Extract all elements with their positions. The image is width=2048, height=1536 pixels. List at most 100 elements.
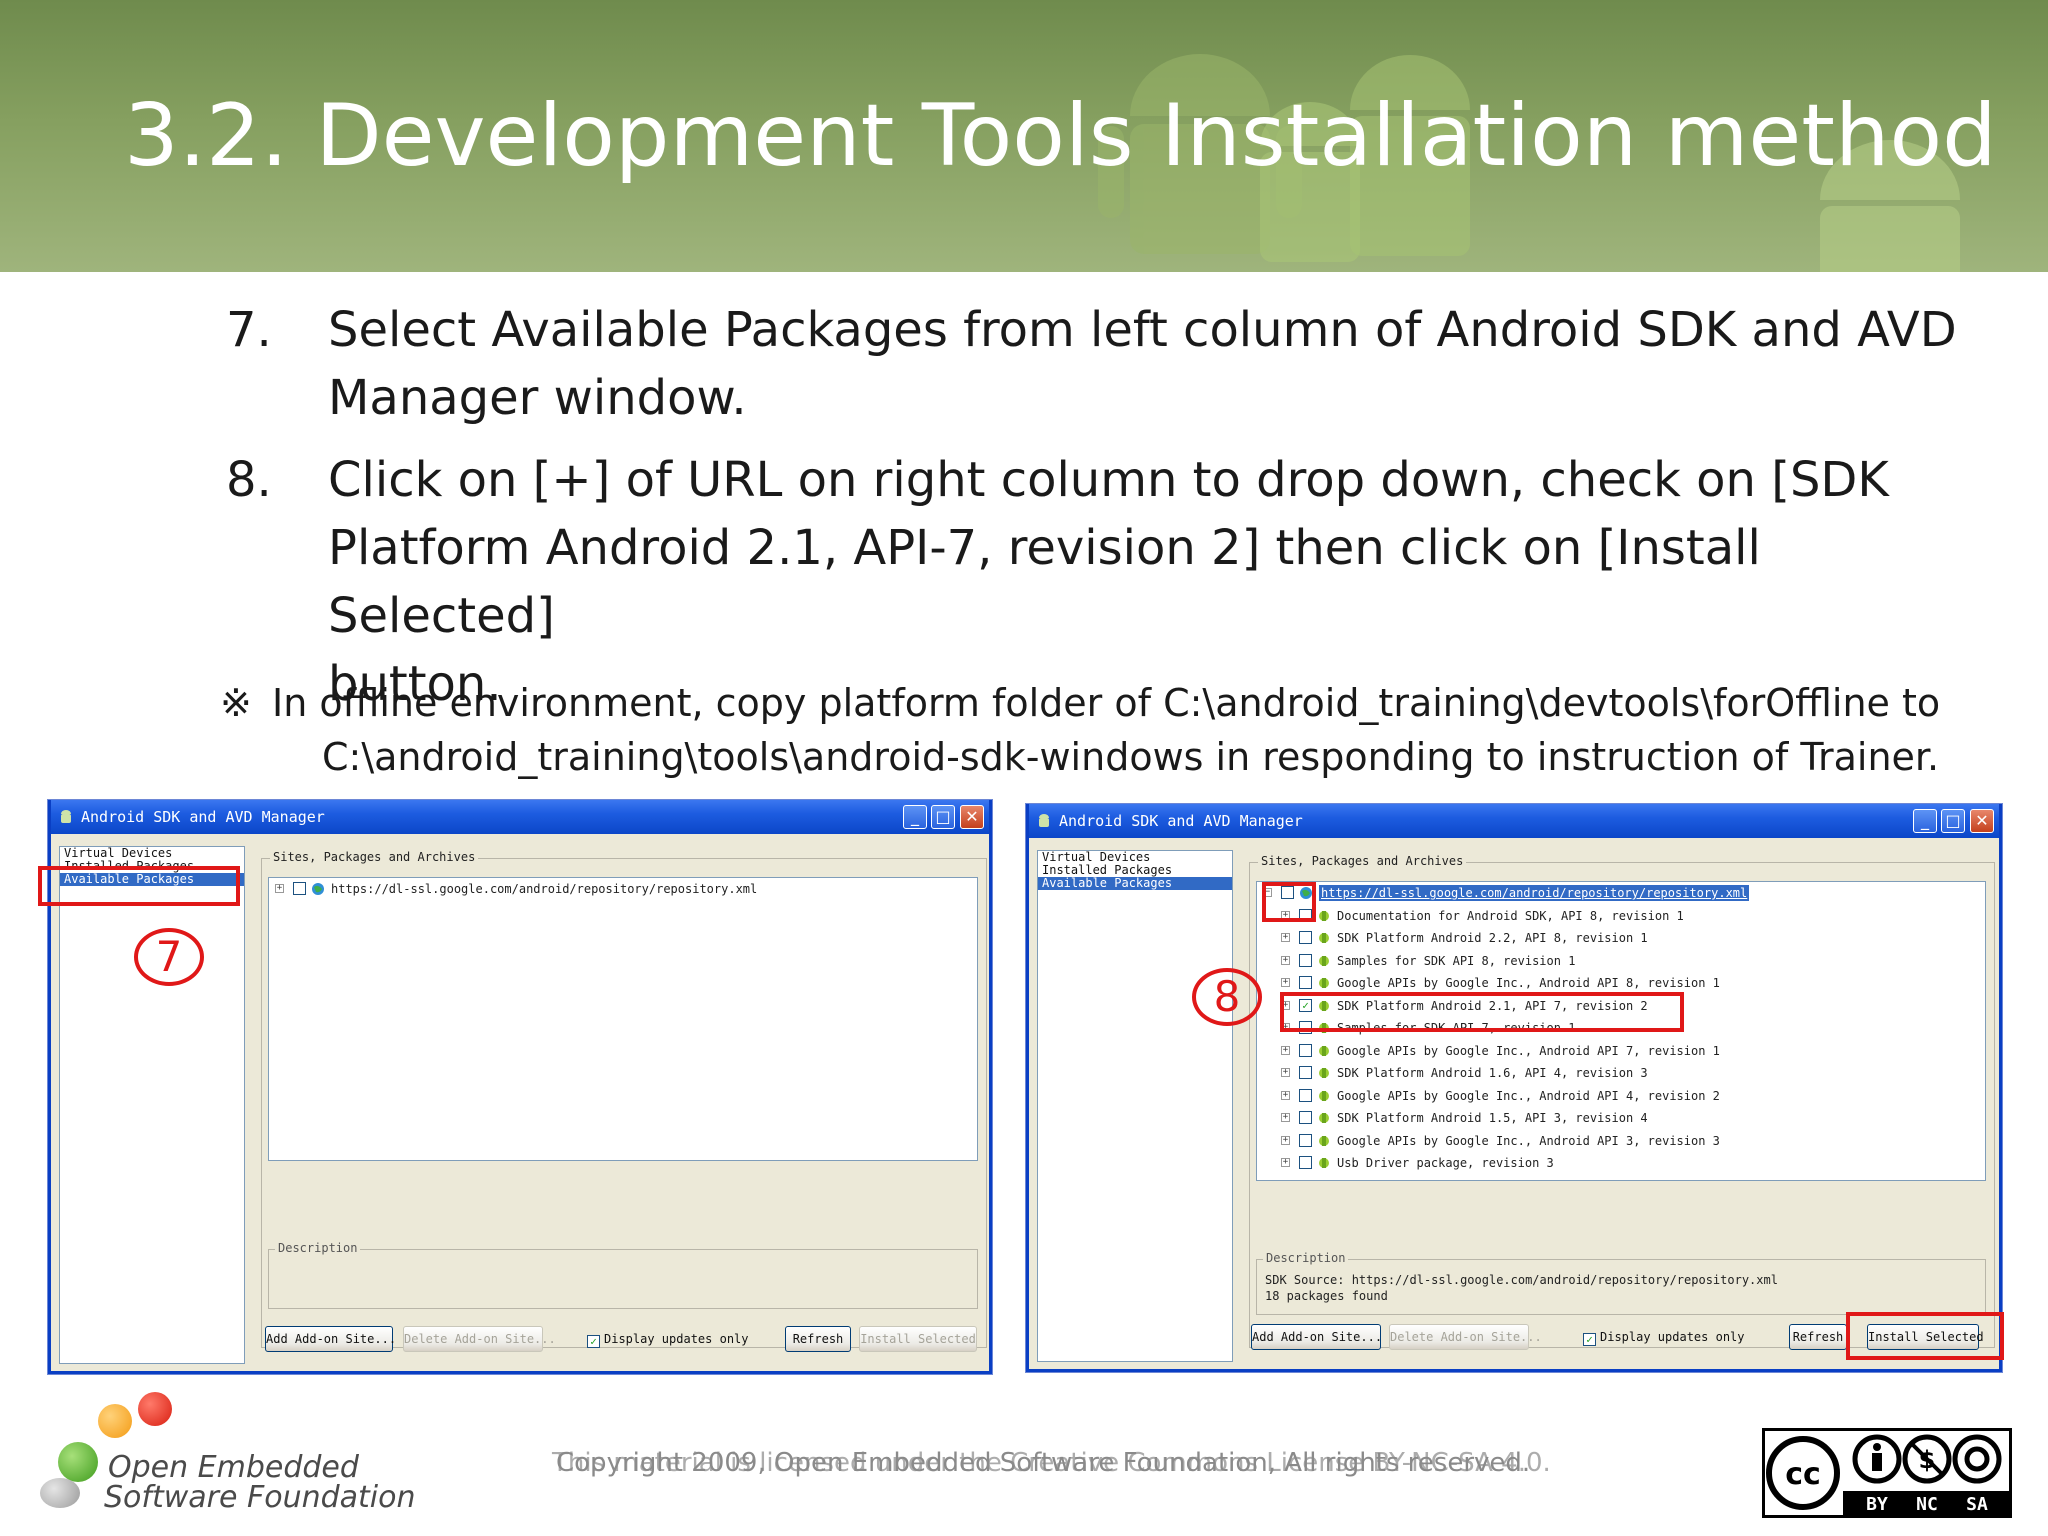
package-label[interactable]: Samples for SDK API 8, revision 1 xyxy=(1337,950,1575,972)
package-icon xyxy=(1319,978,1329,988)
nav-pane: Virtual Devices Installed Packages Avail… xyxy=(59,846,245,1364)
expand-icon[interactable]: + xyxy=(1281,955,1290,965)
checkbox[interactable] xyxy=(1299,931,1312,944)
checkbox[interactable] xyxy=(1299,1156,1312,1169)
sdk-manager-window-right: Android SDK and AVD Manager _ □ ✕ Virtua… xyxy=(1026,804,2002,1372)
slide-header: 3.2. Development Tools Installation meth… xyxy=(0,0,2048,272)
package-label[interactable]: Google APIs by Google Inc., Android API … xyxy=(1337,972,1720,994)
checkbox[interactable] xyxy=(1299,1088,1312,1102)
android-app-icon xyxy=(1039,814,1049,827)
cc-license-badge: cc $ BY NC SA xyxy=(1762,1428,2012,1518)
checkbox[interactable] xyxy=(1299,1111,1312,1124)
expand-icon[interactable]: + xyxy=(275,884,284,893)
delete-addon-site-button[interactable]: Delete Add-on Site... xyxy=(1389,1324,1542,1350)
checkbox[interactable] xyxy=(1299,976,1312,989)
step-number: 7. xyxy=(226,302,272,358)
tree-row-site[interactable]: + https://dl-ssl.google.com/android/repo… xyxy=(269,878,977,901)
add-addon-site-button[interactable]: Add Add-on Site... xyxy=(265,1326,396,1352)
tree-row-package[interactable]: + Documentation for Android SDK, API 8, r… xyxy=(1257,905,1985,928)
expand-icon[interactable]: + xyxy=(1281,1068,1290,1077)
tree-row-package[interactable]: + Usb Driver package, revision 3 xyxy=(1257,1152,1985,1175)
expand-icon[interactable]: + xyxy=(1281,1045,1290,1055)
tree-row-package[interactable]: + SDK Platform Android 1.5, API 3, revisi… xyxy=(1257,1107,1985,1130)
checkbox[interactable]: ✓ xyxy=(1583,1333,1596,1346)
package-icon xyxy=(1319,910,1329,921)
display-updates-checkbox[interactable]: ✓ Display updates only xyxy=(1583,1329,1745,1346)
package-icon xyxy=(1319,1135,1329,1146)
checkbox[interactable]: ✓ xyxy=(587,1335,600,1348)
globe-icon xyxy=(312,883,324,895)
package-list: + Documentation for Android SDK, API 8, r… xyxy=(1257,905,1985,1175)
description-group: Description xyxy=(268,1241,978,1309)
package-label[interactable]: SDK Platform Android 1.6, API 4, revisio… xyxy=(1337,1062,1648,1084)
install-selected-button[interactable]: Install Selected xyxy=(859,1326,977,1352)
cc-label-by: BY xyxy=(1866,1494,1888,1515)
sites-group-label: Sites, Packages and Archives xyxy=(270,850,479,864)
expand-icon[interactable]: + xyxy=(1281,1113,1290,1122)
tree-row-package[interactable]: + Samples for SDK API 8, revision 1 xyxy=(1257,950,1985,973)
nav-pane: Virtual Devices Installed Packages Avail… xyxy=(1037,850,1233,1362)
tree-row-package[interactable]: + Google APIs by Google Inc., Android API… xyxy=(1257,1130,1985,1153)
license-text: This material is licensed under the Crea… xyxy=(552,1448,1551,1478)
package-label[interactable]: Usb Driver package, revision 3 xyxy=(1337,1152,1554,1174)
tree-row-site[interactable]: − https://dl-ssl.google.com/android/repo… xyxy=(1257,882,1985,905)
annotation-number-8: 8 xyxy=(1192,968,1262,1026)
delete-addon-site-button[interactable]: Delete Add-on Site... xyxy=(403,1326,556,1352)
window-title-bar[interactable]: Android SDK and AVD Manager _ □ ✕ xyxy=(51,800,989,834)
package-label[interactable]: SDK Platform Android 2.2, API 8, revisio… xyxy=(1337,927,1648,949)
checkbox[interactable] xyxy=(1299,1043,1312,1057)
logo-dot-gray xyxy=(40,1478,80,1508)
checkbox[interactable] xyxy=(293,882,306,895)
package-label[interactable]: Google APIs by Google Inc., Android API … xyxy=(1337,1130,1720,1152)
android-app-icon xyxy=(61,810,71,823)
step-line: Click on [+] of URL on right column to d… xyxy=(328,452,1889,508)
description-source: SDK Source: https://dl-ssl.google.com/an… xyxy=(1265,1273,1778,1287)
expand-icon[interactable]: + xyxy=(1281,933,1290,942)
checkbox[interactable] xyxy=(1299,1066,1312,1079)
window-title-bar[interactable]: Android SDK and AVD Manager _ □ ✕ xyxy=(1029,804,1999,838)
oesf-logo: Open Embedded Software Foundation xyxy=(38,1392,416,1522)
tree-row-package[interactable]: + Google APIs by Google Inc., Android API… xyxy=(1257,1040,1985,1063)
step-number: 8. xyxy=(226,452,272,508)
refresh-button[interactable]: Refresh xyxy=(1789,1324,1847,1350)
close-icon[interactable]: ✕ xyxy=(960,805,984,829)
window-title: Android SDK and AVD Manager xyxy=(1059,812,1303,830)
close-icon[interactable]: ✕ xyxy=(1970,809,1994,833)
expand-icon[interactable]: + xyxy=(1281,1090,1290,1100)
description-label: Description xyxy=(275,1241,361,1255)
refresh-button[interactable]: Refresh xyxy=(785,1326,851,1352)
minimize-icon[interactable]: _ xyxy=(1913,809,1937,833)
tree-row-package[interactable]: + SDK Platform Android 1.6, API 4, revisi… xyxy=(1257,1062,1985,1085)
package-icon xyxy=(1319,1045,1329,1056)
checkbox[interactable] xyxy=(1299,953,1312,967)
package-label[interactable]: Documentation for Android SDK, API 8, re… xyxy=(1337,905,1684,927)
checkbox[interactable] xyxy=(1299,1133,1312,1147)
display-updates-checkbox[interactable]: ✓ Display updates only xyxy=(587,1331,749,1348)
step-text: Select Available Packages from left colu… xyxy=(328,296,1958,432)
package-label[interactable]: SDK Platform Android 1.5, API 3, revisio… xyxy=(1337,1107,1648,1129)
sites-group-label: Sites, Packages and Archives xyxy=(1258,854,1467,868)
expand-icon[interactable]: + xyxy=(1281,1135,1290,1145)
site-url[interactable]: https://dl-ssl.google.com/android/reposi… xyxy=(1319,885,1750,901)
expand-icon[interactable]: + xyxy=(1281,978,1290,987)
nav-item-available-packages[interactable]: Available Packages xyxy=(1038,877,1232,890)
package-icon xyxy=(1319,1068,1329,1078)
package-label[interactable]: Google APIs by Google Inc., Android API … xyxy=(1337,1085,1720,1107)
minimize-icon[interactable]: _ xyxy=(903,805,927,829)
package-label[interactable]: Google APIs by Google Inc., Android API … xyxy=(1337,1040,1720,1062)
maximize-icon[interactable]: □ xyxy=(931,805,955,829)
add-addon-site-button[interactable]: Add Add-on Site... xyxy=(1251,1324,1382,1350)
expand-icon[interactable]: + xyxy=(1281,1158,1290,1167)
step-line: Select Available Packages from left colu… xyxy=(328,302,1957,358)
tree-row-package[interactable]: + SDK Platform Android 2.2, API 8, revisi… xyxy=(1257,927,1985,950)
sites-group: Sites, Packages and Archives + https://d… xyxy=(261,850,987,1348)
site-url[interactable]: https://dl-ssl.google.com/android/reposi… xyxy=(331,878,757,900)
step-line: Platform Android 2.1, API-7, revision 2]… xyxy=(328,520,1761,644)
display-updates-label: Display updates only xyxy=(1600,1330,1745,1344)
tree-row-package[interactable]: + Google APIs by Google Inc., Android API… xyxy=(1257,1085,1985,1108)
description-label: Description xyxy=(1263,1251,1349,1265)
maximize-icon[interactable]: □ xyxy=(1941,809,1965,833)
logo-dot-green xyxy=(58,1442,98,1482)
offline-note: ※ In offline environment, copy platform f… xyxy=(220,676,1980,784)
reference-mark: ※ xyxy=(220,681,252,725)
